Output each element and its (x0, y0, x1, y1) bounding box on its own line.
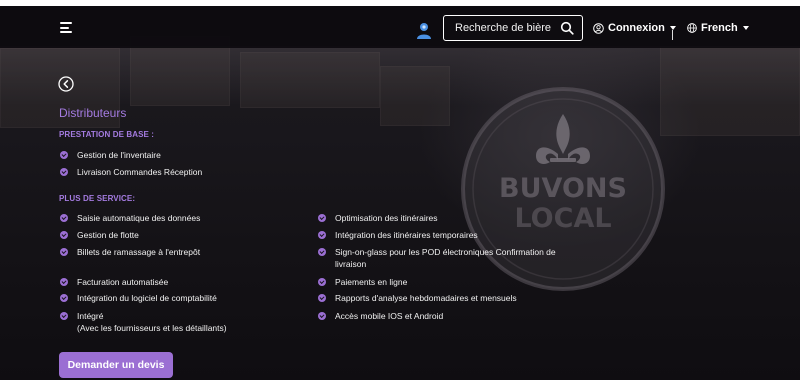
plus-service-item: Gestion de flotte (60, 229, 139, 241)
base-service-item: Livraison Commandes Réception (60, 166, 202, 178)
check-circle-icon (60, 231, 68, 239)
plus-service-item: Rapports d'analyse hebdomadaires et mens… (318, 292, 517, 304)
base-service-item: Gestion de l'inventaire (60, 149, 161, 161)
plus-service-item: Sign-on-glass pour les POD électroniques… (318, 246, 556, 270)
page-title: Distributeurs (59, 106, 127, 120)
logo-text-buvons: BUVONS (499, 173, 627, 204)
feature-text: Intégration du logiciel de comptabilité (77, 293, 217, 303)
feature-text: Intégration des itinéraires temporaires (335, 230, 478, 240)
plus-service-item: Facturation automatisée (60, 276, 168, 288)
check-circle-icon (60, 248, 68, 256)
plus-service-item: Accès mobile IOS et Android (318, 310, 443, 322)
logo-text-local: LOCAL (514, 203, 611, 234)
check-circle-icon (318, 214, 326, 222)
feature-text-multiline: Sign-on-glass pour les POD électroniques… (335, 246, 556, 270)
plus-service-item: Saisie automatique des données (60, 212, 200, 224)
plus-service-item: Intégration du logiciel de comptabilité (60, 292, 217, 304)
check-circle-icon (60, 312, 68, 320)
login-label: Connexion (608, 22, 665, 34)
check-circle-icon (318, 312, 326, 320)
plus-service-item: Intégration des itinéraires temporaires (318, 229, 478, 241)
base-service-label: PRESTATION DE BASE : (59, 130, 155, 139)
background-crate (380, 66, 450, 126)
check-circle-icon (318, 248, 326, 256)
feature-text: Rapports d'analyse hebdomadaires et mens… (335, 293, 517, 303)
plus-service-item: Intégré (Avec les fournisseurs et les dé… (60, 310, 227, 334)
check-circle-icon (60, 151, 68, 159)
language-dropdown[interactable]: French (687, 20, 749, 36)
globe-icon (687, 23, 697, 33)
check-circle-icon (60, 294, 68, 302)
check-circle-icon (60, 278, 68, 286)
plus-service-item: Billets de ramassage à l'entrepôt (60, 246, 200, 258)
feature-text: Intégré (77, 311, 104, 321)
back-arrow-icon[interactable] (58, 76, 74, 92)
request-quote-button[interactable]: Demander un devis (59, 352, 173, 378)
top-navbar: Connexion French (0, 6, 800, 48)
feature-text: Paiements en ligne (335, 277, 408, 287)
user-icon[interactable] (416, 22, 432, 40)
feature-text: Livraison Commandes Réception (77, 167, 203, 177)
feature-text: Gestion de l'inventaire (77, 150, 161, 160)
check-circle-icon (60, 214, 68, 222)
feature-text: Saisie automatique des données (77, 213, 201, 223)
check-circle-icon (318, 231, 326, 239)
feature-text: Sign-on-glass pour les POD électroniques… (335, 247, 556, 257)
feature-text: Facturation automatisée (77, 277, 169, 287)
plus-service-item: Optimisation des itinéraires (318, 212, 438, 224)
background-crate (240, 52, 380, 108)
feature-text: Billets de ramassage à l'entrepôt (77, 247, 201, 257)
feature-text: (Avec les fournisseurs et les détaillant… (77, 323, 227, 333)
feature-text: livraison (335, 259, 367, 269)
check-circle-icon (318, 278, 326, 286)
plus-service-item: Paiements en ligne (318, 276, 407, 288)
chevron-down-icon (742, 26, 749, 30)
search-icon[interactable] (560, 21, 574, 35)
feature-text: Gestion de flotte (77, 230, 139, 240)
beer-search-input[interactable] (444, 16, 556, 39)
language-label: French (701, 22, 738, 34)
check-circle-icon (60, 168, 68, 176)
hamburger-menu-icon[interactable] (60, 22, 72, 33)
check-circle-icon (318, 294, 326, 302)
feature-text-multiline: Intégré (Avec les fournisseurs et les dé… (77, 310, 227, 334)
background-crate (660, 46, 800, 136)
login-dropdown[interactable]: Connexion (593, 20, 676, 36)
beer-search-box[interactable] (443, 15, 583, 41)
nav-separator (672, 30, 673, 40)
user-circle-icon (593, 22, 604, 34)
feature-text: Optimisation des itinéraires (335, 213, 438, 223)
plus-service-label: PLUS DE SERVICE: (59, 194, 136, 203)
feature-text: Accès mobile IOS et Android (335, 311, 444, 321)
